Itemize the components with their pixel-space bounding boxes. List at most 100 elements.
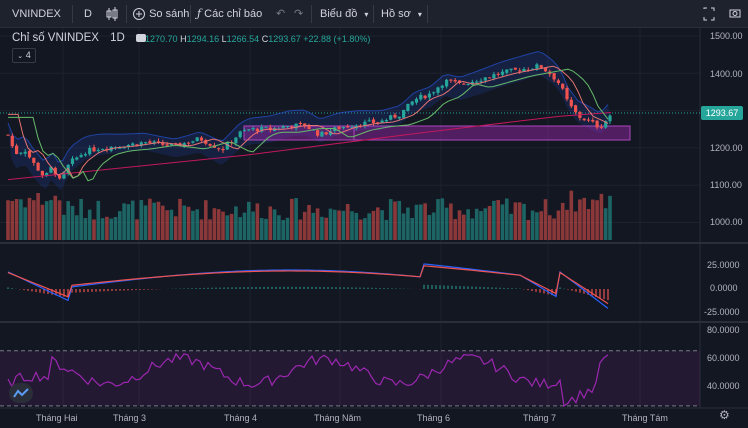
macd-histogram-bar [603,289,605,300]
support-zone-rect [243,125,631,141]
volume-bar [307,205,311,240]
macd-histogram-bar [87,289,89,292]
macd-histogram-bar [343,287,345,289]
macd-histogram-bar [291,286,293,289]
macd-histogram-bar [143,289,145,290]
volume-bar [599,193,604,240]
volume-bar [565,209,569,240]
macd-histogram-bar [227,287,229,289]
volume-bar [470,218,475,240]
macd-histogram-bar [27,289,29,291]
macd-histogram-bar [575,289,577,292]
volume-bar [281,219,285,240]
rsi-band [0,350,700,406]
macd-histogram-bar [571,289,573,291]
candle-body [432,92,436,94]
volume-bar [272,209,277,240]
volume-bar [169,209,174,240]
volume-bar [264,218,268,240]
volume-bar [384,219,389,240]
volume-bar [569,190,574,240]
volume-bar [376,207,380,240]
macd-histogram-bar [119,289,121,291]
price-tick: 1000.00 [710,217,743,227]
tradingview-logo-icon[interactable] [9,383,33,403]
indicator-count-toggle[interactable]: ⌄ 4 [12,48,36,63]
volume-bar [388,199,393,240]
volume-bar [496,200,500,240]
macd-histogram-bar [375,287,377,289]
candle-body [419,94,423,100]
macd-histogram-bar [303,286,305,289]
macd-histogram-bar [487,287,489,289]
macd-histogram-bar [75,289,77,293]
candle-body [436,87,440,93]
macd-histogram-bar [35,289,37,293]
candle-body [586,119,591,121]
volume-bar [591,199,595,240]
candle-body [518,70,522,72]
macd-histogram-bar [435,285,437,289]
candle-body [561,83,565,89]
time-tick: Tháng 6 [417,413,451,423]
settings-gear-icon[interactable]: ⚙ [719,402,730,428]
candle-body [221,148,225,151]
volume-bar [431,212,436,240]
macd-histogram-bar [527,289,529,291]
candle-body [281,126,285,129]
macd-histogram-bar [535,289,537,292]
rsi-tick: 60.0000 [707,353,740,363]
volume-bar [247,201,251,240]
macd-histogram-bar [79,289,81,293]
macd-histogram-bar [347,287,349,289]
macd-histogram-bar [503,287,505,289]
volume-bar [259,218,264,240]
candle-body [144,142,148,144]
candle-body [58,175,62,179]
volume-bar [380,210,384,240]
price-chart[interactable] [0,0,748,428]
chart-legend: Chỉ số VNINDEX 1D [12,32,147,44]
candle-body [79,155,83,158]
price-tick: 1400.00 [710,69,743,79]
candle-body [453,80,457,82]
volume-bar [57,200,62,240]
candle-body [535,64,539,69]
volume-bar [500,204,505,240]
candle-body [393,114,397,118]
volume-bar [122,203,126,240]
candle-body [488,77,492,79]
macd-histogram-bar [559,287,561,289]
macd-histogram-bar [607,289,609,301]
candle-body [449,79,453,81]
candle-body [556,80,560,84]
volume-bar [6,200,10,240]
macd-histogram-bar [507,288,509,289]
macd-histogram-bar [11,288,13,289]
candle-body [83,154,87,156]
candle-body [475,81,479,83]
volume-bar [40,204,45,240]
macd-histogram-bar [359,287,361,289]
macd-histogram-bar [207,287,209,289]
volume-bar [350,211,354,240]
macd-histogram-bar [191,288,193,289]
candle-body [337,126,341,130]
macd-histogram-bar [515,288,517,289]
volume-bar [466,209,470,240]
legend-title[interactable]: Chỉ số VNINDEX [12,32,99,44]
volume-bar [586,209,591,240]
candle-body [599,126,603,128]
volume-bar [345,203,350,240]
volume-bar [251,211,255,240]
candle-body [414,98,419,103]
macd-histogram-bar [455,285,457,289]
candle-body [591,119,595,122]
candle-body [36,162,40,171]
macd-signal-line [7,265,609,305]
macd-histogram-bar [111,289,113,291]
volume-bar [414,204,419,240]
candle-body [101,149,105,151]
candle-body [208,144,212,146]
volume-bar [337,210,341,240]
